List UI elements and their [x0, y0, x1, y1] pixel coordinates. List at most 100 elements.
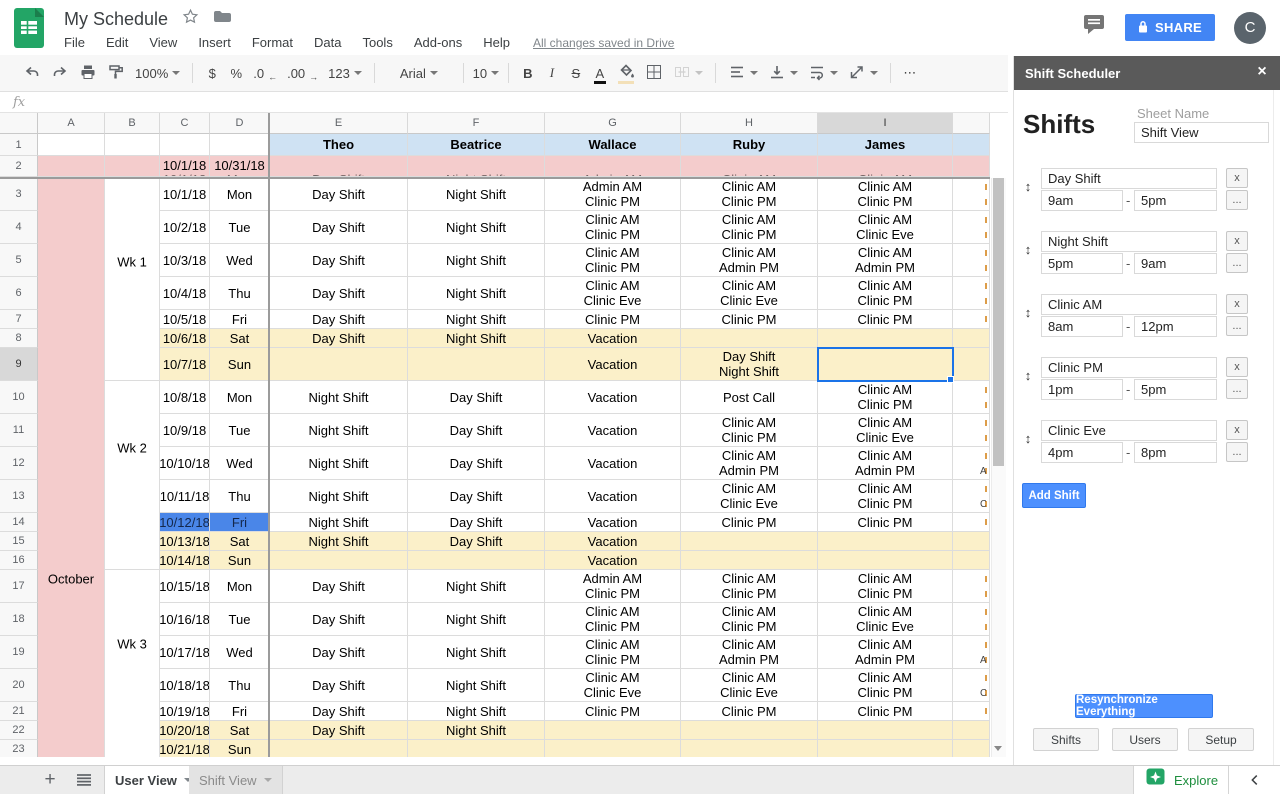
cell-F5[interactable]: Night Shift — [408, 244, 545, 277]
column-header-J[interactable] — [953, 113, 990, 134]
cell-E20[interactable]: Day Shift — [270, 669, 408, 702]
format-percent-button[interactable]: % — [224, 60, 248, 86]
shift-name-input[interactable] — [1041, 231, 1217, 252]
cell-E18[interactable]: Day Shift — [270, 603, 408, 636]
cell-C6[interactable]: 10/4/18 — [160, 277, 210, 310]
cell-C20[interactable]: 10/18/18 — [160, 669, 210, 702]
more-button[interactable]: ⋯ — [898, 60, 922, 86]
increase-decimal-button[interactable]: .00→ — [282, 60, 323, 86]
cell-E8[interactable]: Day Shift — [270, 329, 408, 348]
row-header-3[interactable]: 3 — [0, 178, 38, 211]
sheet-name-input[interactable] — [1134, 122, 1269, 143]
cell-G20[interactable]: Clinic AMClinic Eve — [545, 669, 681, 702]
cell-J2[interactable] — [953, 156, 990, 177]
shift-start-input[interactable] — [1041, 442, 1123, 463]
cell-H6[interactable]: Clinic AMClinic Eve — [681, 277, 818, 310]
shift-end-input[interactable] — [1134, 190, 1217, 211]
cell-G17[interactable]: Admin AMClinic PM — [545, 570, 681, 603]
cell-B18[interactable] — [105, 603, 160, 636]
menu-insert[interactable]: Insert — [198, 35, 231, 50]
cell-H1[interactable]: Ruby — [681, 134, 818, 156]
column-header-D[interactable]: D — [210, 113, 270, 134]
delete-shift-button[interactable]: x — [1226, 231, 1248, 251]
cell-E11[interactable]: Night Shift — [270, 414, 408, 447]
cell-C21[interactable]: 10/19/18 — [160, 702, 210, 721]
cell-H17[interactable]: Clinic AMClinic PM — [681, 570, 818, 603]
cell-B22[interactable] — [105, 721, 160, 740]
row-header-15[interactable]: 15 — [0, 532, 38, 551]
cell-E21[interactable]: Day Shift — [270, 702, 408, 721]
cell-F13[interactable]: Day Shift — [408, 480, 545, 513]
cell-H23[interactable] — [681, 740, 818, 757]
cell-A16[interactable] — [38, 551, 105, 570]
selection-fill-handle[interactable] — [947, 376, 954, 383]
shift-name-input[interactable] — [1041, 294, 1217, 315]
font-select[interactable]: Arial — [382, 60, 456, 86]
cell-A14[interactable] — [38, 513, 105, 532]
cell-G8[interactable]: Vacation — [545, 329, 681, 348]
cell-H15[interactable] — [681, 532, 818, 551]
font-size-select[interactable]: 10 — [471, 60, 501, 86]
cell-F9[interactable] — [408, 348, 545, 381]
cell-E19[interactable]: Day Shift — [270, 636, 408, 669]
cell-I17[interactable]: Clinic AMClinic PM — [818, 570, 953, 603]
cell-H16[interactable] — [681, 551, 818, 570]
cell-G22[interactable] — [545, 721, 681, 740]
column-header-G[interactable]: G — [545, 113, 681, 134]
cell-J15[interactable] — [953, 532, 990, 551]
cell-A6[interactable] — [38, 277, 105, 310]
cell-J8[interactable] — [953, 329, 990, 348]
cell-G10[interactable]: Vacation — [545, 381, 681, 414]
menu-view[interactable]: View — [149, 35, 177, 50]
cell-J17[interactable] — [953, 570, 990, 603]
cell-H14[interactable]: Clinic PM — [681, 513, 818, 532]
cell-E6[interactable]: Day Shift — [270, 277, 408, 310]
formula-bar[interactable]: fx — [0, 92, 1008, 113]
cell-G23[interactable] — [545, 740, 681, 757]
drag-handle-icon[interactable]: ↕ — [1021, 431, 1035, 446]
cell-F21[interactable]: Night Shift — [408, 702, 545, 721]
row-header-17[interactable]: 17 — [0, 570, 38, 603]
cell-B6[interactable] — [105, 277, 160, 310]
cell-C14[interactable]: 10/12/18 — [160, 513, 210, 532]
cell-I1[interactable]: James — [818, 134, 953, 156]
cell-C12[interactable]: 10/10/18 — [160, 447, 210, 480]
format-currency-button[interactable]: $ — [200, 60, 224, 86]
cell-D19[interactable]: Wed — [210, 636, 270, 669]
shift-more-options-button[interactable]: ... — [1226, 379, 1248, 399]
fill-color-button[interactable] — [612, 60, 640, 86]
comments-icon[interactable] — [1084, 15, 1106, 40]
cell-H21[interactable]: Clinic PM — [681, 702, 818, 721]
cell-E12[interactable]: Night Shift — [270, 447, 408, 480]
cell-A13[interactable] — [38, 480, 105, 513]
cell-I19[interactable]: Clinic AMAdmin PM — [818, 636, 953, 669]
cell-C3[interactable]: 10/1/18 — [160, 178, 210, 211]
cell-J9[interactable] — [953, 348, 990, 381]
cell-A9[interactable] — [38, 348, 105, 381]
cell-G7[interactable]: Clinic PM — [545, 310, 681, 329]
cell-I3[interactable]: Clinic AMClinic PM — [818, 178, 953, 211]
cell-B17[interactable] — [105, 570, 160, 603]
cell-F11[interactable]: Day Shift — [408, 414, 545, 447]
cell-D16[interactable]: Sun — [210, 551, 270, 570]
shift-end-input[interactable] — [1134, 316, 1217, 337]
cell-J22[interactable] — [953, 721, 990, 740]
cell-D6[interactable]: Thu — [210, 277, 270, 310]
cell-E7[interactable]: Day Shift — [270, 310, 408, 329]
cell-J6[interactable] — [953, 277, 990, 310]
cell-I8[interactable] — [818, 329, 953, 348]
cell-B20[interactable] — [105, 669, 160, 702]
row-header-22[interactable]: 22 — [0, 721, 38, 740]
cell-J5[interactable] — [953, 244, 990, 277]
star-icon[interactable] — [182, 8, 199, 30]
cell-I13[interactable]: Clinic AMClinic PM — [818, 480, 953, 513]
select-all-corner[interactable] — [0, 113, 38, 134]
strikethrough-button[interactable]: S — [564, 60, 588, 86]
menu-edit[interactable]: Edit — [106, 35, 128, 50]
row-header-13[interactable]: 13 — [0, 480, 38, 513]
cell-A1[interactable] — [38, 134, 105, 156]
cell-C15[interactable]: 10/13/18 — [160, 532, 210, 551]
row-header-21[interactable]: 21 — [0, 702, 38, 721]
column-header-H[interactable]: H — [681, 113, 818, 134]
sidebar-nav-shifts[interactable]: Shifts — [1033, 728, 1099, 751]
